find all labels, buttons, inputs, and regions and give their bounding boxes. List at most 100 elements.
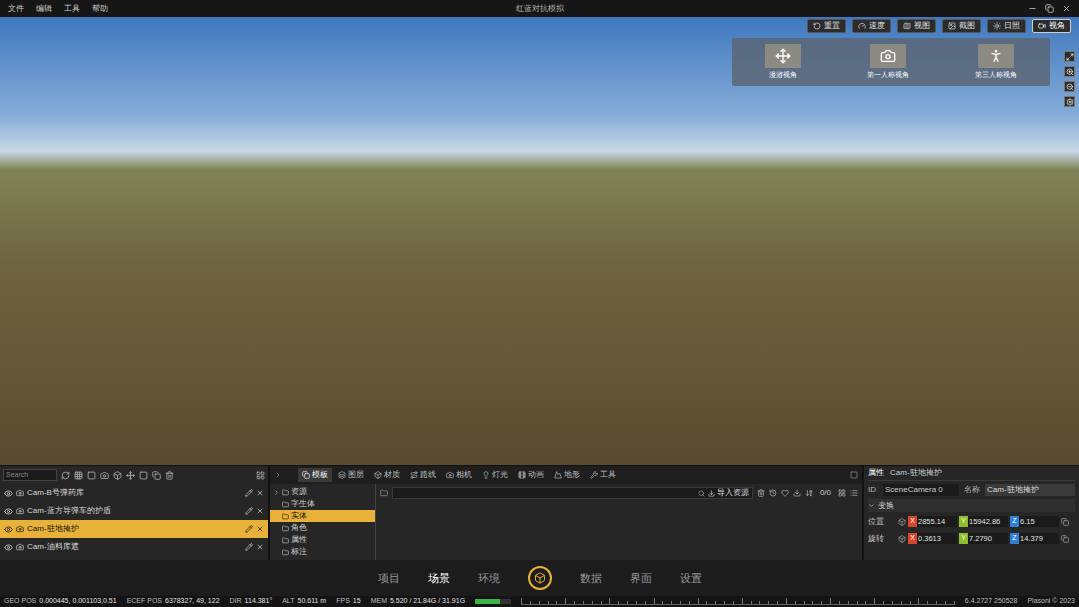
asset-tool-icon[interactable] xyxy=(793,489,801,497)
tree-item[interactable]: 属性 xyxy=(270,534,375,546)
toolbar-button[interactable]: 速度 xyxy=(852,19,891,33)
list-tool-icon[interactable] xyxy=(139,471,148,480)
nav-item[interactable]: 界面 xyxy=(630,570,652,587)
copy-icon[interactable] xyxy=(1061,518,1069,526)
import-button[interactable]: 导入资源 xyxy=(708,487,749,499)
axis-value[interactable]: 2855.14 xyxy=(917,516,957,527)
assets-tab[interactable]: 灯光 xyxy=(478,468,512,482)
axis-value[interactable]: 7.2790 xyxy=(968,533,1008,544)
camera-item[interactable]: Cam-蓝方导弹车的护盾 xyxy=(0,502,268,520)
axis-value[interactable]: 14.379 xyxy=(1019,533,1059,544)
list-tool-icon[interactable] xyxy=(113,471,122,480)
layout-icon[interactable] xyxy=(256,471,265,480)
delete-icon[interactable] xyxy=(256,507,264,515)
nav-item[interactable]: 设置 xyxy=(680,570,702,587)
assets-tab[interactable]: 路线 xyxy=(406,468,440,482)
assets-search[interactable]: 导入资源 xyxy=(392,487,753,499)
tree-item[interactable]: 资源 xyxy=(270,486,375,498)
list-tool-icon[interactable] xyxy=(100,471,109,480)
delete-icon[interactable] xyxy=(256,489,264,497)
edit-icon[interactable] xyxy=(245,507,253,515)
tree-item[interactable]: 字生体 xyxy=(270,498,375,510)
grid-view-icon[interactable] xyxy=(838,489,846,497)
assets-tab[interactable]: 材质 xyxy=(370,468,404,482)
side-tool[interactable] xyxy=(1064,51,1075,62)
toolbar-button[interactable]: 视图 xyxy=(897,19,936,33)
reset-icon[interactable] xyxy=(898,518,906,526)
assets-tab[interactable]: 动画 xyxy=(514,468,548,482)
asset-tool-icon[interactable] xyxy=(805,489,813,497)
toolbar-button[interactable]: 重置 xyxy=(807,19,846,33)
toolbar-button[interactable]: 日照 xyxy=(987,19,1026,33)
menu-item[interactable]: 文件 xyxy=(8,3,24,15)
delete-icon[interactable] xyxy=(256,525,264,533)
side-tool[interactable] xyxy=(1064,81,1075,92)
asset-tool-icon[interactable] xyxy=(769,489,777,497)
list-tool-icon[interactable] xyxy=(152,471,161,480)
camera-item[interactable]: Cam-B号弹药库 xyxy=(0,484,268,502)
nav-item[interactable]: 环境 xyxy=(478,570,500,587)
collapse-icon[interactable] xyxy=(274,471,282,479)
menu-item[interactable]: 工具 xyxy=(64,3,80,15)
side-tool[interactable] xyxy=(1064,96,1075,107)
panel-toggle-icon[interactable] xyxy=(850,471,858,479)
axis-value[interactable]: 15942.86 xyxy=(968,516,1008,527)
restore-icon[interactable] xyxy=(1045,4,1054,13)
delete-icon[interactable] xyxy=(256,543,264,551)
nav-item[interactable]: 场景 xyxy=(428,570,450,587)
center-button[interactable] xyxy=(528,566,552,590)
edit-icon[interactable] xyxy=(245,489,253,497)
folder-icon xyxy=(282,513,289,520)
edit-icon[interactable] xyxy=(245,543,253,551)
list-tool-icon[interactable] xyxy=(74,471,83,480)
reset-icon[interactable] xyxy=(898,535,906,543)
section-expand-icon xyxy=(868,502,875,509)
visibility-icon[interactable] xyxy=(4,489,13,498)
axis-value[interactable]: 0.3613 xyxy=(917,533,957,544)
view-mode[interactable]: 第三人称视角 xyxy=(975,44,1017,81)
toolbar-button[interactable]: 截图 xyxy=(942,19,981,33)
asset-tool-icon[interactable] xyxy=(757,489,765,497)
minimize-icon[interactable] xyxy=(1028,4,1037,13)
properties-panel: 属性Cam-驻地掩护IDSceneCamera 0名称Cam-驻地掩护变换位置X… xyxy=(864,466,1079,560)
camera-item[interactable]: Cam-油料库遮 xyxy=(0,538,268,556)
view-mode[interactable]: 漫游视角 xyxy=(765,44,801,81)
visibility-icon[interactable] xyxy=(4,543,13,552)
scene-viewport[interactable]: 重置速度视图截图日照视角漫游视角 第一人称视角 第三人称视角 xyxy=(0,17,1079,465)
view-mode-panel: 漫游视角 第一人称视角 第三人称视角 xyxy=(732,38,1050,86)
side-tool[interactable] xyxy=(1064,66,1075,77)
tree-item[interactable]: 标注 xyxy=(270,546,375,558)
section-header[interactable]: 变换 xyxy=(868,499,1075,512)
list-tool-icon[interactable] xyxy=(87,471,96,480)
assets-tab[interactable]: 相机 xyxy=(442,468,476,482)
edit-icon[interactable] xyxy=(245,525,253,533)
list-tool-icon[interactable] xyxy=(165,471,174,480)
assets-tab[interactable]: 工具 xyxy=(586,468,620,482)
nav-item[interactable]: 项目 xyxy=(378,570,400,587)
list-tool-icon[interactable] xyxy=(126,471,135,480)
name-field[interactable]: Cam-驻地掩护 xyxy=(985,484,1075,496)
assets-tab[interactable]: 模板 xyxy=(298,468,332,482)
camera-item[interactable]: Cam-驻地掩护 xyxy=(0,520,268,538)
assets-tab[interactable]: 地形 xyxy=(550,468,584,482)
tree-item[interactable]: 实体 xyxy=(270,510,375,522)
visibility-icon[interactable] xyxy=(4,525,13,534)
list-tool-icon[interactable] xyxy=(61,471,70,480)
search-field[interactable]: Search xyxy=(3,469,57,481)
menu-item[interactable]: 编辑 xyxy=(36,3,52,15)
expand-icon[interactable] xyxy=(273,489,280,496)
nav-item[interactable]: 数据 xyxy=(580,570,602,587)
id-field[interactable]: SceneCamera 0 xyxy=(883,484,959,496)
close-icon[interactable] xyxy=(1062,4,1071,13)
asset-tool-icon[interactable] xyxy=(781,489,789,497)
list-view-icon[interactable] xyxy=(850,489,858,497)
visibility-icon[interactable] xyxy=(4,507,13,516)
menu-item[interactable]: 帮助 xyxy=(92,3,108,15)
timeline[interactable] xyxy=(521,598,955,605)
view-mode[interactable]: 第一人称视角 xyxy=(867,44,909,81)
copy-icon[interactable] xyxy=(1061,535,1069,543)
axis-value[interactable]: 6.15 xyxy=(1019,516,1059,527)
tree-item[interactable]: 角色 xyxy=(270,522,375,534)
toolbar-button[interactable]: 视角 xyxy=(1032,19,1071,33)
assets-tab[interactable]: 图层 xyxy=(334,468,368,482)
